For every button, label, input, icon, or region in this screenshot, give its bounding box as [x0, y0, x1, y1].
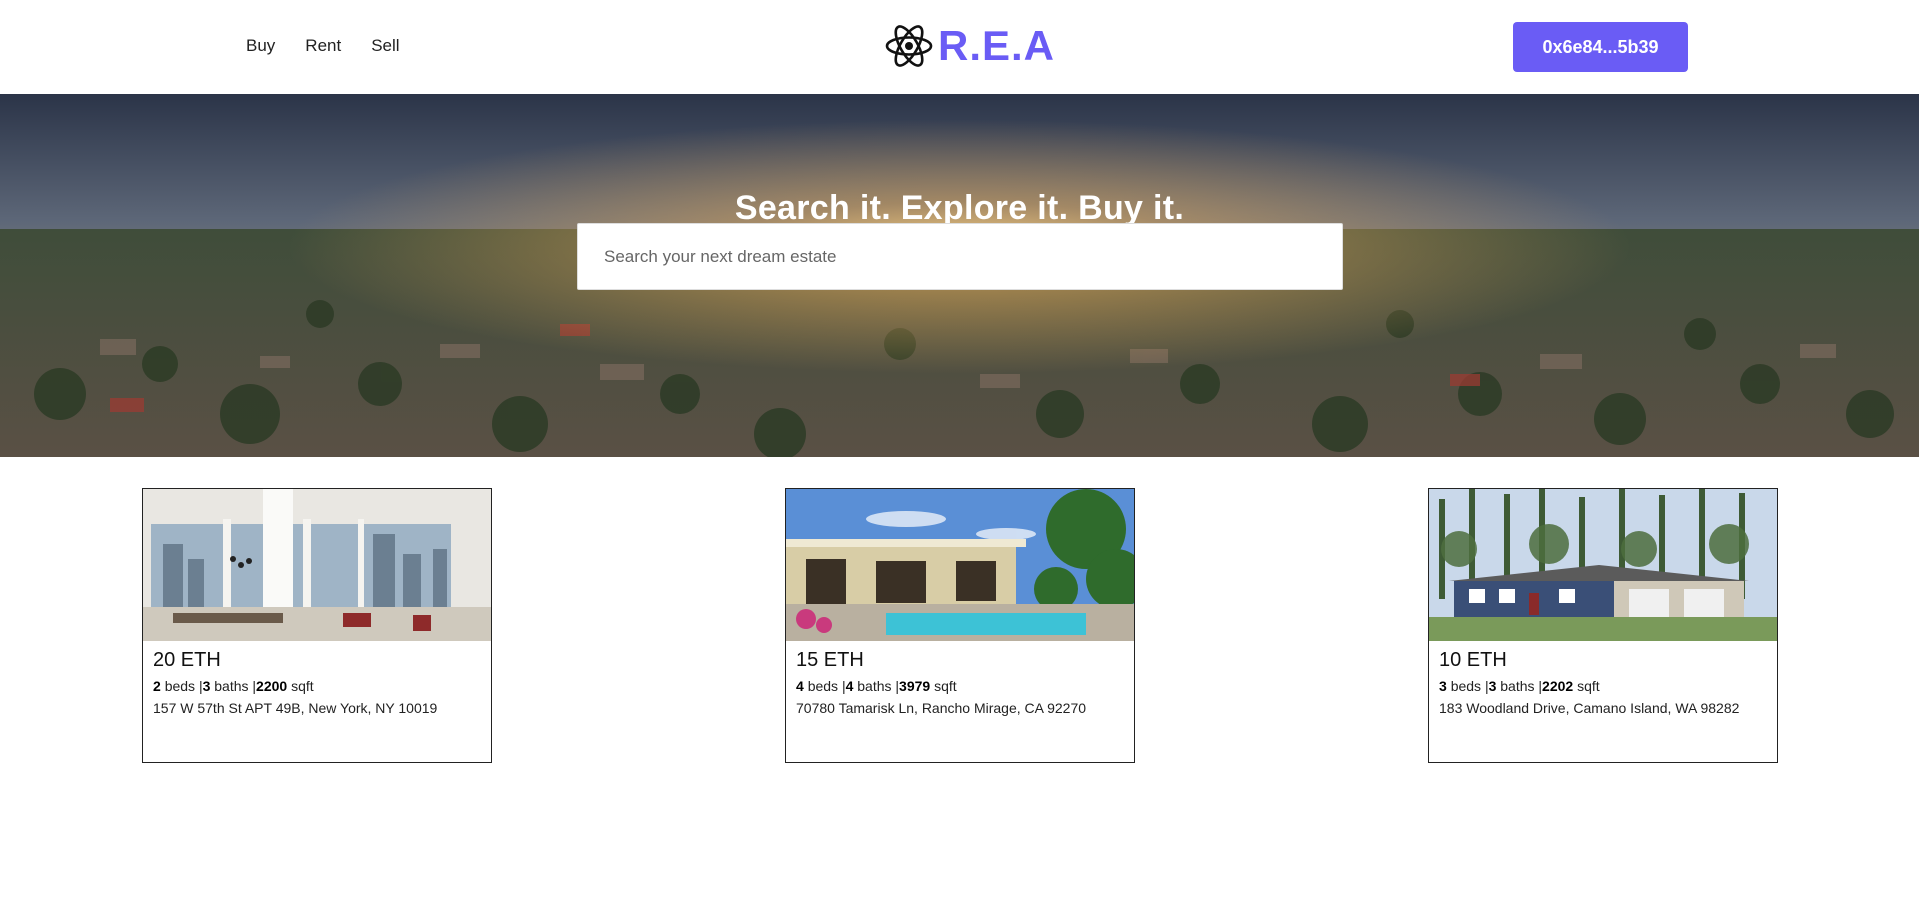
brand-logo[interactable]: R.E.A: [884, 22, 1055, 70]
listing-photo-interior: [143, 489, 491, 641]
atom-icon: [885, 25, 933, 67]
listing-address: 70780 Tamarisk Ln, Rancho Mirage, CA 922…: [796, 700, 1087, 716]
listing-price: 20 ETH: [153, 649, 221, 671]
listing-price: 10 ETH: [1439, 649, 1507, 671]
listing-specs: 2 beds |3 baths |2200 sqft: [153, 678, 314, 694]
listing-address: 157 W 57th St APT 49B, New York, NY 1001…: [153, 700, 438, 716]
listing-photo-pool-house: [786, 489, 1134, 641]
hero-title: Search it. Explore it. Buy it.: [734, 188, 1185, 227]
listing-photo-forest-house: [1429, 489, 1777, 641]
listing-card[interactable]: 20 ETH 2 beds |3 baths |2200 sqft 157 W …: [142, 488, 492, 763]
listing-address: 183 Woodland Drive, Camano Island, WA 98…: [1439, 700, 1740, 716]
hero-banner: Search it. Explore it. Buy it.: [0, 94, 1919, 457]
brand-name: R.E.A: [938, 22, 1056, 69]
listing-specs: 3 beds |3 baths |2202 sqft: [1439, 678, 1600, 694]
wallet-button[interactable]: 0x6e84...5b39: [1513, 22, 1688, 72]
search-input[interactable]: [578, 224, 1342, 289]
listing-specs: 4 beds |4 baths |3979 sqft: [796, 678, 957, 694]
search-box: [577, 223, 1343, 290]
listing-card[interactable]: 10 ETH 3 beds |3 baths |2202 sqft 183 Wo…: [1428, 488, 1778, 763]
top-navbar: Buy Rent Sell R.E.A 0x6e84...5b39: [0, 0, 1919, 94]
listing-card[interactable]: 15 ETH 4 beds |4 baths |3979 sqft 70780 …: [785, 488, 1135, 763]
listing-price: 15 ETH: [796, 649, 864, 671]
nav-links: Buy Rent Sell: [246, 36, 400, 56]
nav-link-rent[interactable]: Rent: [305, 36, 341, 56]
nav-link-sell[interactable]: Sell: [371, 36, 399, 56]
nav-link-buy[interactable]: Buy: [246, 36, 275, 56]
